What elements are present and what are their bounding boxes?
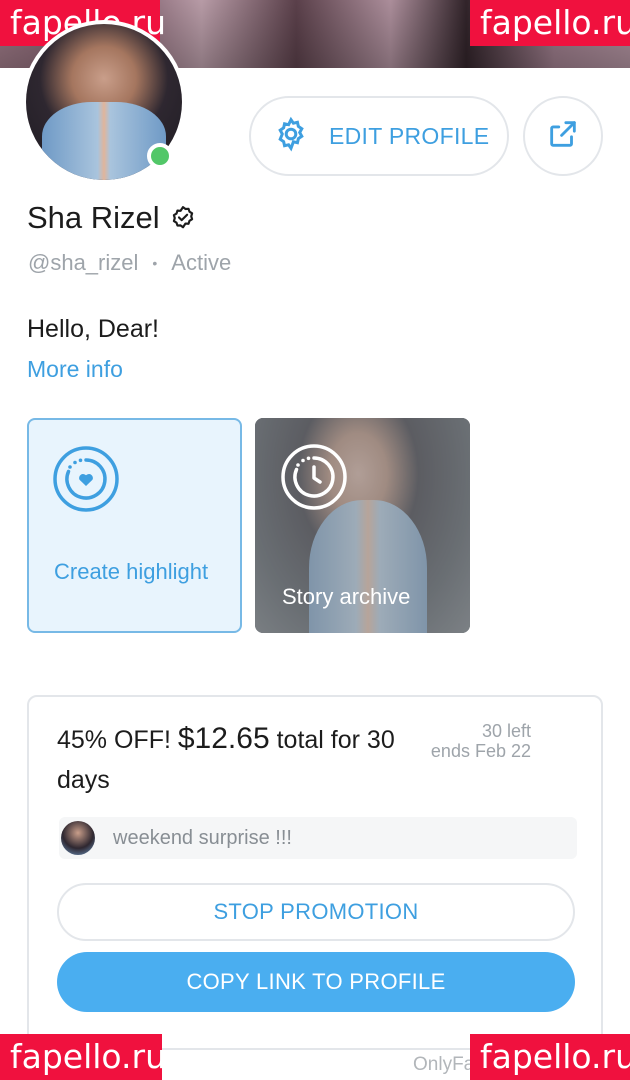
share-icon	[546, 117, 580, 156]
story-archive-tile[interactable]: Story archive	[255, 418, 470, 633]
separator-dot: •	[152, 255, 158, 271]
footer-brand: OnlyFans	[413, 1054, 470, 1075]
bio-text: Hello, Dear!	[27, 315, 159, 343]
promotion-discount: 45% OFF!	[57, 726, 171, 754]
create-highlight-tile[interactable]: Create highlight	[27, 418, 242, 633]
edit-profile-button[interactable]: EDIT PROFILE	[249, 96, 509, 176]
promotion-meta: 30 left ends Feb 22	[431, 721, 531, 761]
copy-link-button[interactable]: COPY LINK TO PROFILE	[57, 952, 575, 1012]
promotion-remaining: 30 left	[481, 721, 531, 741]
promotion-message-text: weekend surprise !!!	[113, 826, 292, 849]
profile-name: Sha Rizel	[27, 200, 160, 235]
promotion-end-date: ends Feb 22	[430, 741, 531, 761]
handle-row: @sha_rizel • Active	[28, 250, 231, 276]
profile-status: Active	[171, 250, 232, 275]
gear-icon	[273, 116, 309, 157]
watermark-top-right: fapello.ru	[470, 0, 630, 46]
verified-badge-icon	[170, 205, 196, 231]
stop-promotion-button[interactable]: STOP PROMOTION	[57, 883, 575, 941]
create-highlight-label: Create highlight	[54, 559, 209, 584]
promotion-message: weekend surprise !!!	[59, 817, 577, 859]
edit-profile-label: EDIT PROFILE	[329, 122, 490, 149]
profile-handle: @sha_rizel	[28, 250, 139, 275]
promotion-card: 45% OFF! $12.65 total for 30 days 30 lef…	[27, 695, 603, 1050]
message-avatar	[61, 821, 95, 855]
share-button[interactable]	[523, 96, 603, 176]
online-status-indicator	[147, 143, 173, 169]
promotion-price: $12.65	[177, 722, 270, 755]
watermark-bottom-left: fapello.ru	[0, 1034, 166, 1080]
more-info-link[interactable]: More info	[27, 356, 123, 383]
profile-name-row: Sha Rizel	[27, 200, 196, 236]
heart-circle-icon	[51, 444, 121, 519]
watermark-bottom-right: fapello.ru	[470, 1034, 630, 1080]
promotion-headline: 45% OFF! $12.65 total for 30 days	[57, 719, 427, 800]
story-archive-label: Story archive	[282, 584, 411, 609]
clock-circle-icon	[279, 442, 349, 517]
